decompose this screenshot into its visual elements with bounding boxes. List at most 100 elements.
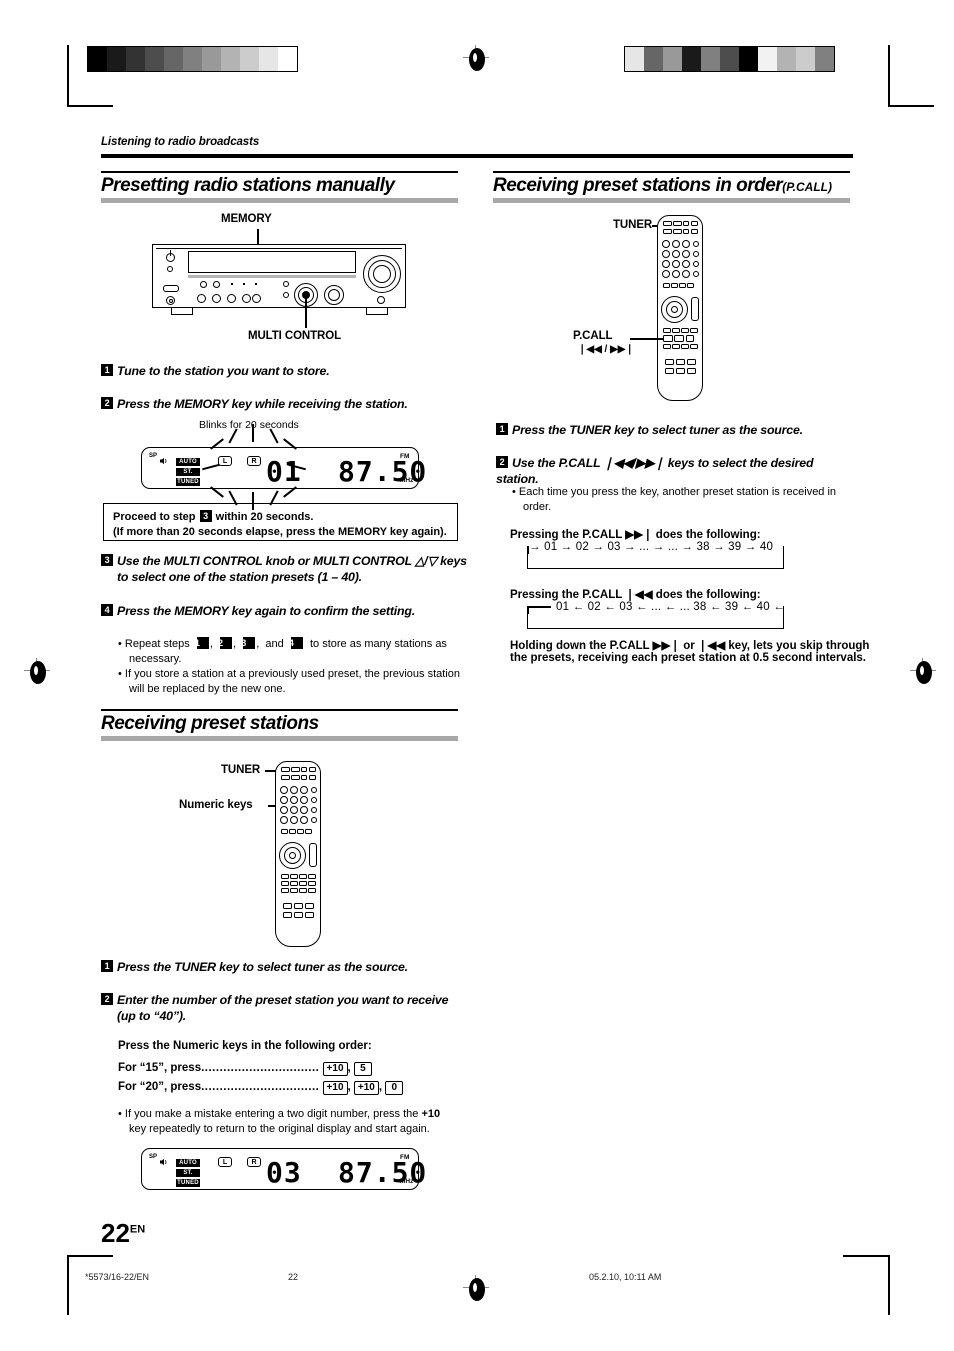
remote-function-key[interactable] <box>281 829 288 834</box>
remote-lower-key[interactable] <box>299 874 307 879</box>
remote-lower-key[interactable] <box>290 874 298 879</box>
remote-lower-key[interactable] <box>281 881 289 886</box>
remote-source-key[interactable] <box>683 221 689 226</box>
remote-numeric-key-zero[interactable] <box>290 816 298 824</box>
remote-numeric-key[interactable] <box>662 260 670 268</box>
remote-lower-key[interactable] <box>663 328 671 333</box>
remote-numeric-key[interactable] <box>662 250 670 258</box>
remote-bottom-key[interactable] <box>283 912 292 918</box>
remote-bottom-key[interactable] <box>305 912 314 918</box>
remote-source-key[interactable] <box>691 221 698 226</box>
remote-lower-key[interactable] <box>299 881 307 886</box>
remote-bottom-key[interactable] <box>665 359 674 365</box>
forward-heading-b: does the following: <box>655 529 761 541</box>
remote-numeric-key[interactable] <box>693 261 699 267</box>
remote-source-key[interactable] <box>309 767 316 772</box>
remote-bottom-key[interactable] <box>687 359 696 365</box>
remote-bottom-key[interactable] <box>676 359 685 365</box>
bullet-step-3: 3 <box>241 637 256 649</box>
remote-lower-key[interactable] <box>681 344 689 349</box>
remote-function-key[interactable] <box>687 283 694 288</box>
remote-function-key[interactable] <box>663 283 670 288</box>
remote-numeric-key[interactable] <box>682 260 690 268</box>
remote-source-key[interactable] <box>683 229 689 234</box>
remote-lower-key[interactable] <box>281 874 289 879</box>
remote-numeric-key[interactable] <box>290 796 298 804</box>
remote-lower-key[interactable] <box>308 881 316 886</box>
remote-numeric-key[interactable] <box>311 817 317 823</box>
remote-numeric-key[interactable] <box>311 797 317 803</box>
remote-lower-key[interactable] <box>308 888 316 893</box>
remote-source-key[interactable] <box>673 221 682 226</box>
remote-source-key[interactable] <box>291 775 300 780</box>
remote-numeric-key[interactable] <box>311 787 317 793</box>
remote-numeric-key[interactable] <box>300 806 308 814</box>
remote-function-key[interactable] <box>679 283 686 288</box>
remote-enter-button[interactable] <box>289 852 296 859</box>
remote-enter-button[interactable] <box>671 306 678 313</box>
remote-bottom-key[interactable] <box>294 912 303 918</box>
remote-source-key[interactable] <box>309 775 316 780</box>
remote-lower-key[interactable] <box>308 874 316 879</box>
remote-source-key[interactable] <box>301 767 307 772</box>
remote-lower-key[interactable] <box>686 335 694 342</box>
remote-bottom-key[interactable] <box>676 368 685 374</box>
remote-numeric-key[interactable] <box>662 270 670 278</box>
remote-numeric-key-plus10[interactable] <box>280 816 288 824</box>
remote-numeric-key[interactable] <box>682 270 690 278</box>
remote-volume-rocker[interactable] <box>691 297 699 321</box>
remote-source-key[interactable] <box>301 775 307 780</box>
remote-bottom-key[interactable] <box>665 368 674 374</box>
remote-lower-key[interactable] <box>681 328 689 333</box>
remote-numeric-key[interactable] <box>682 250 690 258</box>
remote-source-key[interactable] <box>691 229 698 234</box>
remote-function-key[interactable] <box>297 829 304 834</box>
remote-numeric-key[interactable] <box>672 260 680 268</box>
remote-source-key-tuner[interactable] <box>663 221 672 226</box>
crop-mark-top-right-v <box>888 45 890 107</box>
remote-numeric-key[interactable] <box>662 240 670 248</box>
remote-numeric-key[interactable] <box>693 271 699 277</box>
remote-numeric-key[interactable] <box>672 270 680 278</box>
remote-numeric-key[interactable] <box>672 240 680 248</box>
remote-numeric-key[interactable] <box>280 796 288 804</box>
remote-numeric-key[interactable] <box>693 241 699 247</box>
remote-source-key[interactable] <box>291 767 300 772</box>
remote-numeric-key[interactable] <box>290 806 298 814</box>
example-15-label: For “15”, press <box>118 1062 202 1074</box>
remote-lower-key[interactable] <box>672 344 680 349</box>
remote-numeric-key[interactable] <box>682 240 690 248</box>
remote-source-key[interactable] <box>281 775 290 780</box>
remote-numeric-key[interactable] <box>693 251 699 257</box>
remote-lower-key[interactable] <box>690 328 698 333</box>
remote-bottom-key[interactable] <box>283 903 292 909</box>
remote-bottom-key[interactable] <box>687 368 696 374</box>
remote-volume-rocker[interactable] <box>309 843 317 867</box>
remote-source-key[interactable] <box>663 229 672 234</box>
remote-lower-key[interactable] <box>690 344 698 349</box>
remote-function-key[interactable] <box>671 283 678 288</box>
receiver-foot-left <box>171 308 193 315</box>
remote-lower-key[interactable] <box>672 328 680 333</box>
remote-function-key[interactable] <box>289 829 296 834</box>
remote-source-key-tuner[interactable] <box>281 767 290 772</box>
remote-numeric-key[interactable] <box>672 250 680 258</box>
remote-source-key[interactable] <box>673 229 682 234</box>
remote-numeric-key[interactable] <box>300 816 308 824</box>
remote-pcall-key-next[interactable] <box>674 335 684 342</box>
remote-numeric-key[interactable] <box>300 786 308 794</box>
remote-lower-key[interactable] <box>299 888 307 893</box>
remote-lower-key[interactable] <box>281 888 289 893</box>
remote-numeric-key[interactable] <box>280 806 288 814</box>
remote-pcall-key-prev[interactable] <box>663 335 673 342</box>
remote-bottom-key[interactable] <box>305 903 314 909</box>
remote-lower-key[interactable] <box>290 881 298 886</box>
remote-numeric-key[interactable] <box>280 786 288 794</box>
remote-function-key[interactable] <box>305 829 312 834</box>
remote-numeric-key[interactable] <box>290 786 298 794</box>
remote-bottom-key[interactable] <box>294 903 303 909</box>
remote-lower-key[interactable] <box>663 344 671 349</box>
remote-numeric-key[interactable] <box>311 807 317 813</box>
remote-numeric-key[interactable] <box>300 796 308 804</box>
remote-lower-key[interactable] <box>290 888 298 893</box>
